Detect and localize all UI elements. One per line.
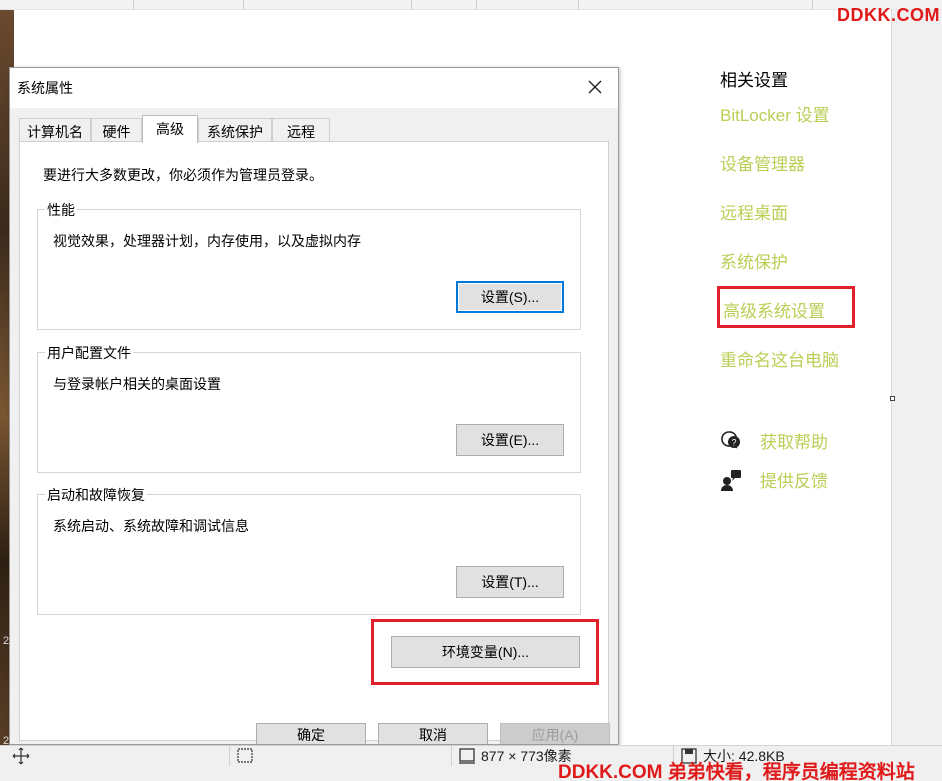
rename-pc-link[interactable]: 重命名这台电脑 [720,346,839,371]
user-profiles-description: 与登录帐户相关的桌面设置 [53,376,221,392]
image-dimensions-icon [458,746,476,766]
related-settings-title: 相关设置 [720,71,788,90]
startup-recovery-group: 启动和故障恢复 系统启动、系统故障和调试信息 设置(T)... [37,485,581,615]
device-manager-link[interactable]: 设备管理器 [720,150,805,175]
startup-recovery-legend: 启动和故障恢复 [45,485,147,505]
environment-variables-highlight [371,619,599,685]
bitlocker-settings-link[interactable]: BitLocker 设置 [720,101,830,126]
watermark-bottom: DDKK.COM 弟弟快看，程序员编程资料站 [558,762,915,781]
startup-recovery-settings-button[interactable]: 设置(T)... [456,566,564,598]
watermark-top: DDKK.COM [837,5,940,25]
svg-text:?: ? [731,437,736,447]
tab-advanced[interactable]: 高级 [142,115,198,143]
apply-button[interactable]: 应用(A) [500,723,610,744]
advanced-settings-highlight [717,286,855,328]
tab-remote[interactable]: 远程 [272,118,330,142]
paint-canvas-ruler [0,0,942,10]
system-protection-link[interactable]: 系统保护 [720,248,788,273]
tab-hardware[interactable]: 硬件 [91,118,142,142]
admin-notice: 要进行大多数更改，你必须作为管理员登录。 [43,167,323,183]
dialog-title: 系统属性 [17,80,73,96]
get-help-label: 获取帮助 [760,433,828,452]
tab-system-protection[interactable]: 系统保护 [198,118,272,142]
canvas-resize-handle[interactable] [890,396,895,401]
startup-recovery-description: 系统启动、系统故障和调试信息 [53,518,249,534]
remote-desktop-link[interactable]: 远程桌面 [720,199,788,224]
user-profiles-legend: 用户配置文件 [45,343,133,363]
move-cursor-icon [12,746,30,766]
performance-settings-button[interactable]: 设置(S)... [456,281,564,313]
canvas-gutter [891,10,942,745]
dialog-titlebar: 系统属性 [10,68,618,108]
user-profiles-settings-button[interactable]: 设置(E)... [456,424,564,456]
feedback-label: 提供反馈 [760,472,828,491]
selection-size-icon [236,746,254,766]
tab-computer-name[interactable]: 计算机名 [19,118,91,142]
feedback-person-icon [720,469,742,491]
get-help-row[interactable]: ? 获取帮助 [720,428,828,453]
performance-legend: 性能 [45,200,77,220]
cancel-button[interactable]: 取消 [378,723,488,744]
help-chat-icon: ? [720,430,742,452]
feedback-row[interactable]: 提供反馈 [720,467,828,492]
ok-button[interactable]: 确定 [256,723,366,744]
performance-group: 性能 视觉效果，处理器计划，内存使用，以及虚拟内存 设置(S)... [37,200,581,330]
performance-description: 视觉效果，处理器计划，内存使用，以及虚拟内存 [53,233,361,249]
close-icon[interactable] [582,74,608,100]
user-profiles-group: 用户配置文件 与登录帐户相关的桌面设置 设置(E)... [37,343,581,473]
